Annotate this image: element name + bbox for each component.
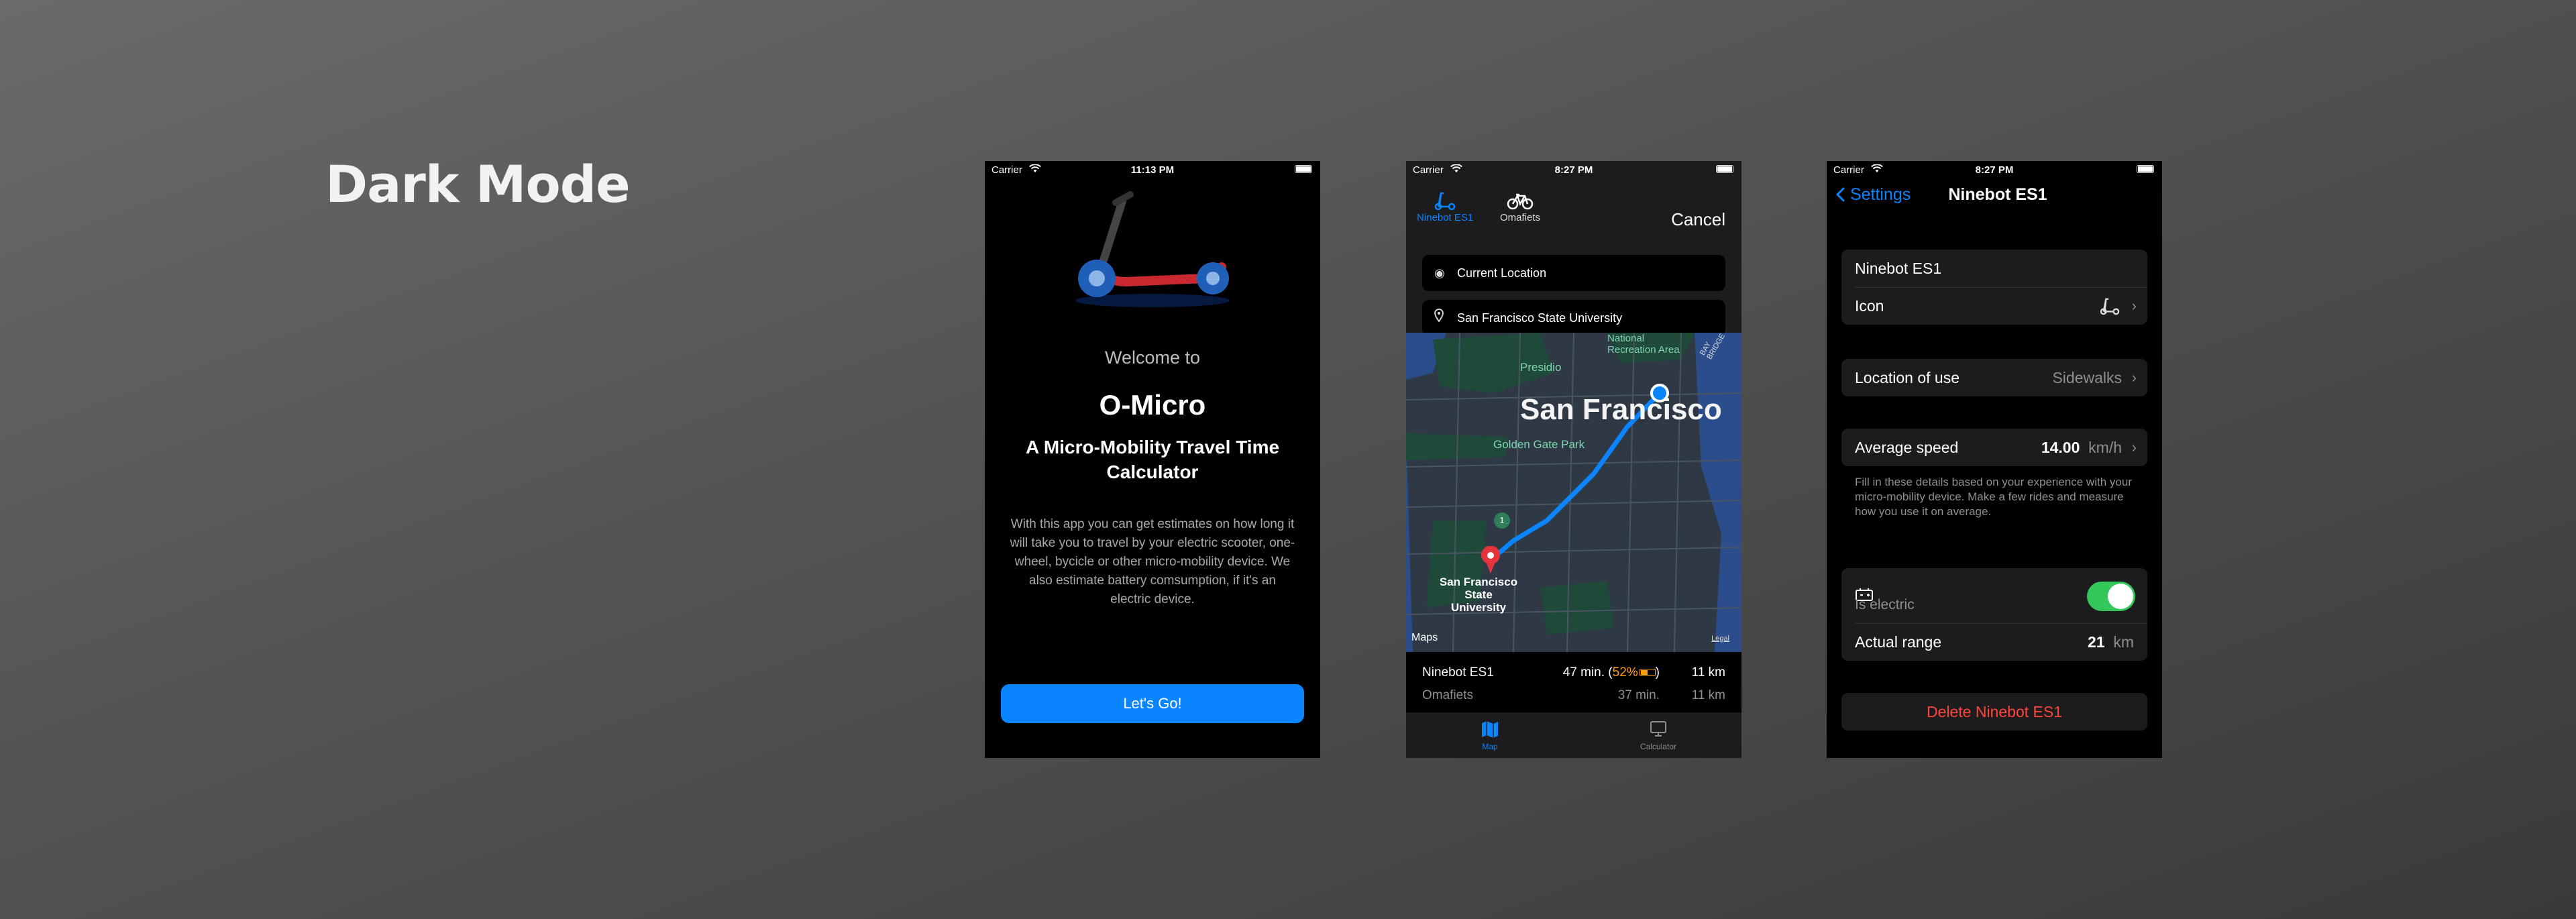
app-description: With this app you can get estimates on h…: [1010, 517, 1295, 606]
delete-vehicle-button[interactable]: Delete Ninebot ES1: [1841, 693, 2147, 731]
map-city-label: San Francisco: [1520, 393, 1722, 426]
scooter-illustration: [1075, 191, 1230, 307]
route-map[interactable]: San Francisco National Recreation Area P…: [1406, 333, 1741, 652]
apple-maps-logo: Maps: [1411, 632, 1438, 644]
destination-field[interactable]: San Francisco State University: [1422, 300, 1725, 336]
map-label-golden-gate-park: Golden Gate Park: [1493, 438, 1585, 451]
speed-footer-note: Fill in these details based on your expe…: [1855, 476, 2132, 518]
tab-map[interactable]: Map: [1450, 719, 1530, 751]
legal-link[interactable]: Legal: [1711, 635, 1729, 643]
battery-level-icon: [1639, 669, 1656, 677]
status-time: 11:13 PM: [1130, 164, 1175, 176]
result-time-value: 47 min.: [1562, 665, 1605, 680]
average-speed-row[interactable]: Average speed 14.00 km/h ›: [1841, 429, 2147, 466]
battery-icon: [2137, 165, 2154, 173]
tab-calculator-label: Calculator: [1640, 742, 1677, 751]
range-value: 21 km: [2088, 623, 2134, 661]
icon-row[interactable]: Icon ›: [1841, 287, 2147, 325]
pin-icon: [1434, 300, 1444, 336]
location-of-use-row[interactable]: Location of use Sidewalks ›: [1841, 359, 2147, 396]
location-group: Location of use Sidewalks ›: [1841, 359, 2147, 396]
vehicle-tab-label: Omafiets: [1500, 212, 1541, 223]
map-label-presidio: Presidio: [1520, 361, 1562, 374]
destination-text: San Francisco State University: [1457, 311, 1623, 325]
result-time: 47 min. (52%): [1562, 665, 1660, 680]
results-list: Ninebot ES1 47 min. (52%) 11 km Omafiets…: [1406, 652, 1741, 712]
route-header: Ninebot ES1 Omafiets Cancel ◉ Current Lo…: [1406, 178, 1741, 336]
scooter-icon: [2098, 296, 2122, 315]
vehicle-tab-label: Ninebot ES1: [1417, 212, 1474, 223]
result-vehicle-name: Ninebot ES1: [1422, 665, 1494, 680]
range-unit: km: [2113, 633, 2134, 651]
vehicle-name-field[interactable]: Ninebot ES1: [1841, 250, 2147, 287]
range-label: Actual range: [1855, 633, 1942, 651]
status-bar: Carrier 8:27 PM: [1827, 161, 2162, 178]
map-screen: Carrier 8:27 PM Ninebot ES1 Omafiets Can…: [1406, 161, 1741, 758]
status-bar: Carrier 11:13 PM: [985, 161, 1320, 178]
speed-value: 14.00 km/h: [2041, 429, 2122, 466]
chevron-right-icon: ›: [2131, 439, 2137, 455]
is-electric-row: Is electric: [1841, 568, 2147, 623]
result-vehicle-name: Omafiets: [1422, 688, 1474, 702]
page-headline: Dark Mode: [325, 154, 631, 214]
actual-range-row[interactable]: Actual range 21 km: [1841, 623, 2147, 661]
vehicle-tab-ninebot[interactable]: Ninebot ES1: [1417, 191, 1473, 223]
vehicle-settings-screen: Carrier 8:27 PM Settings Ninebot ES1 Nin…: [1827, 161, 2162, 758]
tab-bar: Map Calculator: [1406, 712, 1741, 758]
status-bar: Carrier 8:27 PM: [1406, 161, 1741, 178]
app-subtitle: A Micro-Mobility Travel Time Calculator: [1025, 437, 1280, 482]
battery-icon: [1716, 165, 1733, 173]
battery-icon: [1295, 165, 1312, 173]
chevron-right-icon: ›: [2131, 369, 2137, 386]
origin-text: Current Location: [1457, 266, 1547, 280]
route-badge: 1: [1494, 512, 1510, 529]
map-label-recreation: National Recreation Area: [1607, 333, 1680, 356]
delete-group: Delete Ninebot ES1: [1841, 693, 2147, 731]
map-label-sfsu: San Francisco State University: [1439, 576, 1518, 614]
origin-field[interactable]: ◉ Current Location: [1422, 255, 1725, 291]
battery-percentage: 52%: [1612, 665, 1638, 680]
location-label: Location of use: [1855, 369, 1960, 386]
tab-calculator[interactable]: Calculator: [1618, 719, 1699, 751]
cancel-button[interactable]: Cancel: [1671, 209, 1725, 230]
maps-logo-text: Maps: [1411, 632, 1438, 643]
speed-label: Average speed: [1855, 439, 1959, 456]
status-time: 8:27 PM: [1554, 164, 1593, 176]
current-location-icon: ◉: [1434, 266, 1445, 280]
is-electric-label: Is electric: [1855, 597, 1915, 612]
range-number: 21: [2087, 633, 2105, 651]
welcome-screen: Carrier 11:13 PM Welcome to O-Micro A Mi…: [985, 161, 1320, 758]
result-distance: 11 km: [1691, 665, 1725, 680]
is-electric-toggle[interactable]: [2087, 582, 2135, 611]
nav-title: Ninebot ES1: [1948, 185, 2047, 204]
welcome-text: Welcome to: [1104, 347, 1201, 368]
vehicle-tab-omafiets[interactable]: Omafiets: [1500, 191, 1540, 223]
battery-charging-icon: [1855, 578, 1875, 601]
status-time: 8:27 PM: [1975, 164, 2014, 176]
name-icon-group: Ninebot ES1 Icon ›: [1841, 250, 2147, 325]
icon-row-label: Icon: [1855, 297, 1884, 315]
app-title: O-Micro: [1099, 389, 1206, 421]
scooter-icon: [1417, 191, 1473, 212]
speed-group: Average speed 14.00 km/h ›: [1841, 429, 2147, 466]
lets-go-button[interactable]: Let's Go!: [1001, 684, 1304, 723]
electric-group: Is electric Actual range 21 km: [1841, 568, 2147, 661]
destination-pin-icon: [1480, 545, 1501, 578]
chevron-right-icon: ›: [2131, 297, 2137, 314]
tab-map-label: Map: [1482, 742, 1498, 751]
calculator-icon: [1618, 719, 1699, 742]
speed-number: 14.00: [2041, 439, 2080, 456]
location-value: Sidewalks: [2052, 369, 2122, 386]
result-distance: 11 km: [1691, 688, 1725, 702]
map-icon: [1450, 719, 1530, 742]
bicycle-icon: [1500, 191, 1540, 212]
result-time: 37 min.: [1617, 688, 1660, 702]
speed-unit: km/h: [2088, 439, 2122, 456]
